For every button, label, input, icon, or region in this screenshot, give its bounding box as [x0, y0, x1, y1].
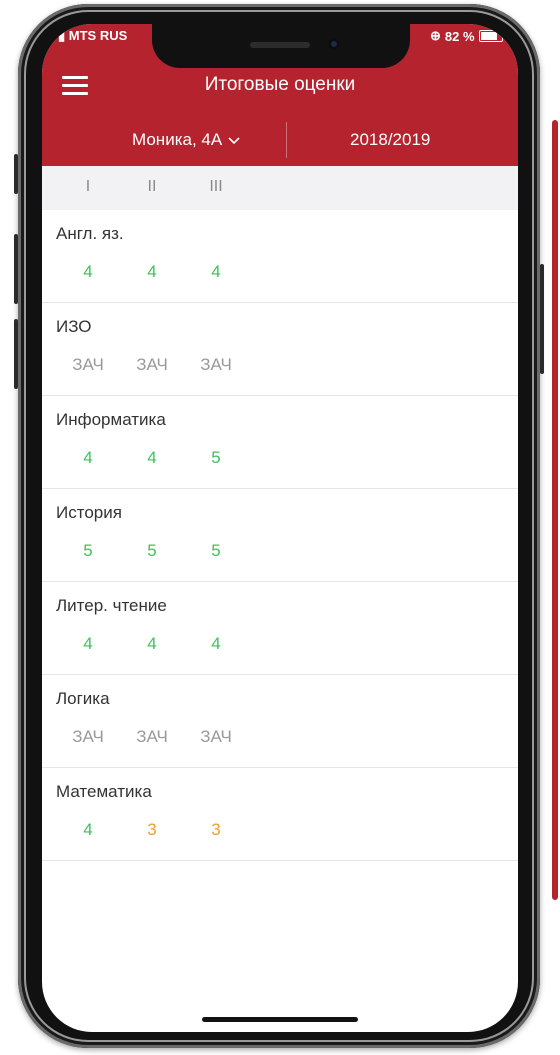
subject-row[interactable]: Литер. чтение 4 4 4	[42, 582, 518, 675]
grade-term-2[interactable]: ЗАЧ	[122, 727, 182, 747]
volume-up-button	[14, 234, 18, 304]
grade-term-3[interactable]: 5	[186, 541, 246, 561]
speaker-grille	[250, 42, 310, 48]
grade-term-1[interactable]: 4	[58, 634, 118, 654]
alarm-icon: ⊕	[430, 28, 441, 43]
subject-name: Логика	[56, 689, 110, 708]
subject-name: ИЗО	[56, 317, 92, 336]
grade-term-1[interactable]: 4	[58, 448, 118, 468]
grade-term-3[interactable]: 3	[186, 820, 246, 840]
term-2: II	[147, 178, 157, 195]
term-header: I II III	[42, 166, 518, 210]
subject-row[interactable]: Англ. яз. 4 4 4	[42, 210, 518, 303]
home-indicator[interactable]	[202, 1017, 358, 1022]
grade-term-1[interactable]: 4	[58, 262, 118, 282]
carrier-text: MTS RUS	[68, 28, 128, 43]
subject-name: История	[56, 503, 122, 522]
mute-switch	[14, 154, 18, 194]
carrier-label: ▮ MTS RUS	[58, 28, 127, 44]
grade-term-2[interactable]: 4	[122, 262, 182, 282]
grade-term-1[interactable]: ЗАЧ	[58, 727, 118, 747]
grade-term-2[interactable]: 3	[122, 820, 182, 840]
grade-term-3[interactable]: 4	[186, 262, 246, 282]
signal-icon: ▮	[58, 28, 66, 43]
year-selector[interactable]: 2018/2019	[350, 130, 430, 150]
subject-name: Англ. яз.	[56, 224, 124, 243]
subject-list: Англ. яз. 4 4 4 ИЗО ЗАЧ ЗАЧ ЗАЧ Информатика 4 4 5 Ис…	[42, 210, 518, 861]
subject-row[interactable]: Логика ЗАЧ ЗАЧ ЗАЧ	[42, 675, 518, 768]
subject-name: Литер. чтение	[56, 596, 167, 615]
app-screen: ▮ MTS RUS ⊕ 82 % Итоговые оценки Моника,…	[42, 24, 518, 1032]
volume-down-button	[14, 319, 18, 389]
grade-term-2[interactable]: 4	[122, 448, 182, 468]
subject-row[interactable]: История 5 5 5	[42, 489, 518, 582]
subject-row[interactable]: ИЗО ЗАЧ ЗАЧ ЗАЧ	[42, 303, 518, 396]
power-button	[540, 264, 544, 374]
student-name: Моника, 4А	[132, 130, 223, 149]
grade-term-2[interactable]: ЗАЧ	[122, 355, 182, 375]
term-1: I	[85, 178, 91, 195]
student-selector[interactable]: Моника, 4А	[132, 130, 240, 150]
front-camera	[328, 38, 340, 50]
subject-row[interactable]: Информатика 4 4 5	[42, 396, 518, 489]
header-subbar: Моника, 4А 2018/2019	[42, 114, 518, 166]
grade-term-3[interactable]: ЗАЧ	[186, 727, 246, 747]
grade-term-1[interactable]: 5	[58, 541, 118, 561]
phone-notch	[152, 24, 410, 68]
grade-term-1[interactable]: ЗАЧ	[58, 355, 118, 375]
grade-term-3[interactable]: 4	[186, 634, 246, 654]
grade-term-2[interactable]: 4	[122, 634, 182, 654]
subject-name: Математика	[56, 782, 152, 801]
term-3: III	[209, 178, 223, 195]
background-accent-right	[552, 120, 558, 900]
battery-status: ⊕ 82 %	[430, 28, 503, 44]
chevron-down-icon	[228, 130, 240, 150]
subbar-divider	[286, 122, 287, 158]
battery-percent: 82 %	[444, 28, 475, 44]
subject-name: Информатика	[56, 410, 166, 429]
grade-term-2[interactable]: 5	[122, 541, 182, 561]
grade-term-1[interactable]: 4	[58, 820, 118, 840]
battery-icon	[478, 30, 503, 42]
subject-row[interactable]: Математика 4 3 3	[42, 768, 518, 861]
page-title: Итоговые оценки	[204, 74, 356, 95]
grade-term-3[interactable]: ЗАЧ	[186, 355, 246, 375]
grade-term-3[interactable]: 5	[186, 448, 246, 468]
